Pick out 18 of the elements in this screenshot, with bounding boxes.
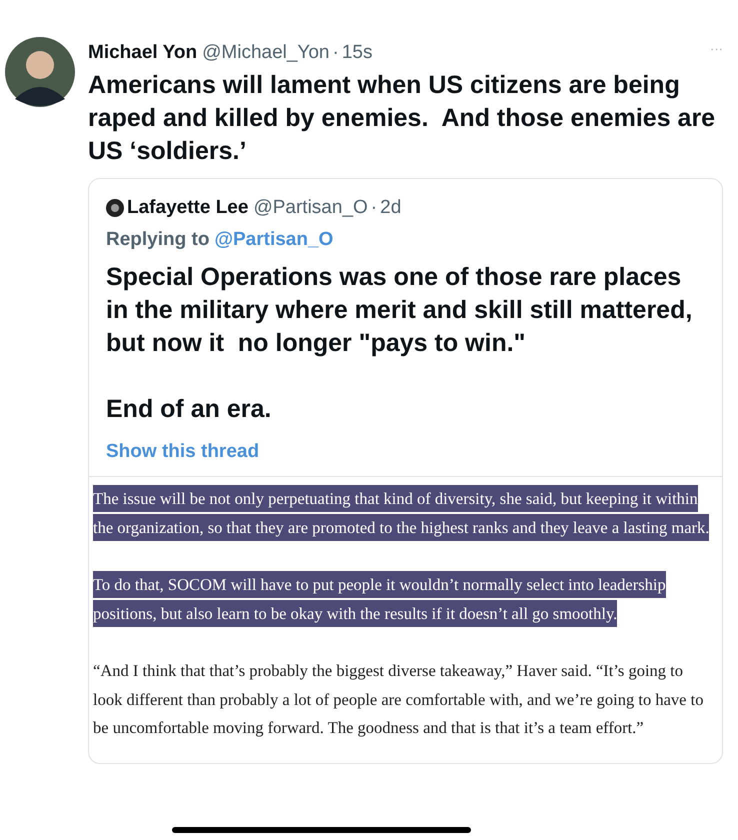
replying-label: Replying to	[106, 228, 210, 252]
author-name[interactable]: Michael Yon	[88, 39, 198, 68]
avatar[interactable]	[5, 37, 75, 107]
quote-author-name: Lafayette Lee	[127, 196, 248, 220]
quote-card[interactable]	[88, 178, 723, 764]
separator: ·	[370, 196, 378, 220]
tweet-text: Americans will lament when US citizens are being raped and killed by enemies. And those enemies are US ‘soldiers.’	[88, 70, 716, 166]
quote-text: Special Operations was one of those rare places in the military where merit and skill still mattered, but now it no longer "pays to win."	[106, 262, 694, 358]
mention-link[interactable]: @Partisan_O	[214, 226, 334, 254]
quote-author-handle: @Partisan_O	[253, 196, 368, 220]
author-handle[interactable]: @Michael_Yon	[202, 39, 330, 68]
quote-timestamp: 2d	[380, 196, 402, 220]
show-thread-link[interactable]: Show this thread	[106, 438, 705, 466]
separator: ·	[332, 41, 339, 65]
quote-avatar	[106, 198, 124, 217]
timestamp[interactable]: 15s	[342, 39, 372, 68]
quote-text: End of an era.	[106, 394, 272, 424]
article-paragraph: “And I think that that’s probably the biggest diverse takeaway,” Haver said. “It’s going to look different than probably a lot of people are comfortable with, and we’re going to have to be uncomfortable moving forward. The goodness and that is that it’s a team effort.”	[93, 660, 704, 739]
